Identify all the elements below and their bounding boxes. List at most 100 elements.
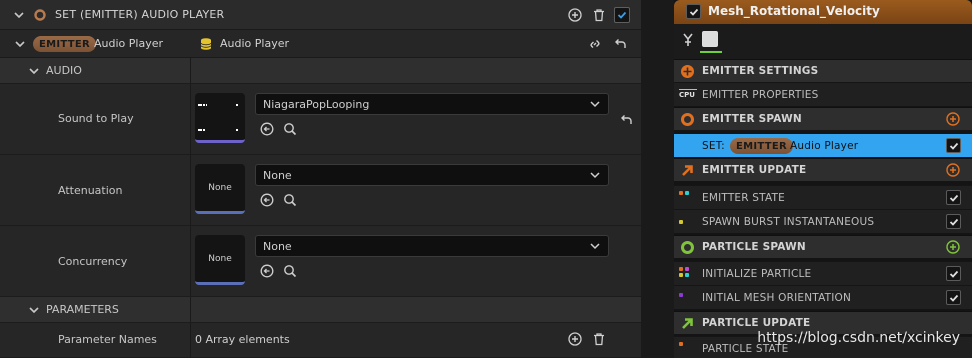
- node-header[interactable]: Mesh_Rotational_Velocity: [674, 0, 972, 24]
- attenuation-combo-value: None: [263, 168, 292, 182]
- sound-combo-value: NiagaraPopLooping: [263, 97, 370, 111]
- set-emitter-badge: EMITTER: [730, 138, 794, 154]
- emitter-spawn-ring-icon: [681, 113, 694, 126]
- module-dots-icon: [679, 215, 691, 227]
- section-label: EMITTER SETTINGS: [702, 65, 819, 77]
- emitter-node[interactable]: Mesh_Rotational_Velocity EMITTER SETTING…: [674, 0, 972, 358]
- item-emitter-state[interactable]: EMITTER STATE: [674, 185, 972, 209]
- thumbnail-label: None: [208, 253, 232, 264]
- section-label: PARTICLE UPDATE: [702, 317, 811, 329]
- reset-arrow-icon[interactable]: [612, 36, 628, 52]
- array-count: 0 Array elements: [195, 333, 290, 346]
- dropdown-chevron-icon: [590, 172, 600, 179]
- section-label: EMITTER UPDATE: [702, 164, 807, 176]
- waveform-icon: [198, 103, 238, 131]
- module-header: SET (EMITTER) AUDIO PLAYER: [0, 0, 641, 30]
- module-enabled-checkbox[interactable]: [614, 7, 630, 23]
- link-icon[interactable]: [587, 36, 603, 52]
- reset-to-default-icon[interactable]: [618, 112, 634, 128]
- concurrency-combo-value: None: [263, 239, 292, 253]
- item-label: SPAWN BURST INSTANTANEOUS: [702, 216, 875, 228]
- audio-category-label: AUDIO: [46, 64, 82, 77]
- use-selected-arrow-icon[interactable]: [259, 192, 275, 208]
- add-circle-icon[interactable]: [567, 7, 583, 23]
- dropdown-chevron-icon: [590, 101, 600, 108]
- item-set-audio-player[interactable]: SET: EMITTER Audio Player: [674, 133, 972, 157]
- emitter-badge: EMITTER: [33, 36, 97, 52]
- property-row-parameter-names: Parameter Names 0 Array elements: [0, 323, 641, 358]
- browse-search-icon[interactable]: [282, 263, 298, 279]
- module-dots-icon: [679, 342, 691, 354]
- audio-category[interactable]: AUDIO: [0, 58, 641, 84]
- collapse-chevron-icon[interactable]: [12, 8, 26, 22]
- graph-background: [641, 0, 674, 358]
- attenuation-combo[interactable]: None: [255, 164, 609, 186]
- watermark-text: https://blog.csdn.net/xcinkey: [757, 330, 960, 346]
- property-row-concurrency: Concurrency None None: [0, 226, 641, 297]
- item-enabled-checkbox[interactable]: [946, 266, 961, 281]
- emitter-binding-label: Audio Player: [94, 37, 163, 50]
- item-label: EMITTER PROPERTIES: [702, 89, 819, 101]
- dropdown-chevron-icon: [590, 243, 600, 250]
- node-toolbar: [674, 24, 972, 59]
- add-element-icon[interactable]: [567, 331, 583, 347]
- sound-thumbnail[interactable]: [195, 93, 245, 143]
- item-emitter-properties[interactable]: CPU EMITTER PROPERTIES: [674, 82, 972, 106]
- module-title: SET (EMITTER) AUDIO PLAYER: [55, 8, 225, 21]
- emitter-binding-row: EMITTER Audio Player Audio Player: [0, 30, 641, 58]
- section-emitter-update[interactable]: EMITTER UPDATE: [674, 158, 972, 181]
- section-emitter-settings[interactable]: EMITTER SETTINGS: [674, 59, 972, 82]
- item-spawn-burst[interactable]: SPAWN BURST INSTANTANEOUS: [674, 209, 972, 233]
- parameters-chevron-icon[interactable]: [27, 303, 41, 317]
- add-module-icon[interactable]: [946, 163, 960, 177]
- section-particle-spawn[interactable]: PARTICLE SPAWN: [674, 235, 972, 258]
- browse-search-icon[interactable]: [282, 121, 298, 137]
- section-label: PARTICLE SPAWN: [702, 241, 806, 253]
- concurrency-thumbnail[interactable]: None: [195, 235, 245, 285]
- property-label: Sound to Play: [58, 112, 134, 125]
- emitter-binding-value[interactable]: Audio Player: [220, 37, 289, 50]
- attenuation-thumbnail[interactable]: None: [195, 164, 245, 214]
- material-swatch[interactable]: [702, 31, 718, 47]
- emitter-settings-icon: [681, 65, 694, 78]
- add-module-icon[interactable]: [946, 112, 960, 126]
- item-enabled-checkbox[interactable]: [946, 138, 961, 153]
- parameters-category-label: PARAMETERS: [46, 303, 119, 316]
- module-ring-icon: [32, 7, 48, 23]
- item-initial-mesh-orientation[interactable]: INITIAL MESH ORIENTATION: [674, 285, 972, 309]
- section-label: EMITTER SPAWN: [702, 113, 802, 125]
- item-label: INITIAL MESH ORIENTATION: [702, 292, 852, 304]
- section-emitter-spawn[interactable]: EMITTER SPAWN: [674, 107, 972, 130]
- thumbnail-label: None: [208, 182, 232, 193]
- item-enabled-checkbox[interactable]: [946, 214, 961, 229]
- item-enabled-checkbox[interactable]: [946, 190, 961, 205]
- item-enabled-checkbox[interactable]: [946, 290, 961, 305]
- browse-search-icon[interactable]: [282, 192, 298, 208]
- use-selected-arrow-icon[interactable]: [259, 263, 275, 279]
- details-panel: SET (EMITTER) AUDIO PLAYER EMITTER Audio…: [0, 0, 641, 358]
- cpu-icon: CPU: [679, 89, 697, 101]
- module-dots-icon: [679, 267, 691, 279]
- sim-target-icon[interactable]: [682, 33, 694, 47]
- property-label: Attenuation: [58, 184, 123, 197]
- add-module-icon[interactable]: [946, 240, 960, 254]
- audio-chevron-icon[interactable]: [27, 64, 41, 78]
- sound-combo[interactable]: NiagaraPopLooping: [255, 93, 609, 115]
- concurrency-combo[interactable]: None: [255, 235, 609, 257]
- property-label: Parameter Names: [58, 333, 157, 346]
- render-underline: [700, 51, 722, 53]
- clear-trash-icon[interactable]: [591, 331, 607, 347]
- set-prefix: SET:: [702, 140, 725, 152]
- item-label: INITIALIZE PARTICLE: [702, 268, 812, 280]
- module-dots-icon: [679, 291, 691, 303]
- emitter-enabled-checkbox[interactable]: [686, 4, 701, 19]
- item-initialize-particle[interactable]: INITIALIZE PARTICLE: [674, 261, 972, 285]
- emitter-update-arrow-icon: [682, 165, 693, 176]
- expand-chevron-icon[interactable]: [13, 37, 27, 51]
- parameters-category[interactable]: PARAMETERS: [0, 297, 641, 323]
- particle-update-arrow-icon: [682, 318, 693, 329]
- database-stack-icon: [198, 36, 214, 52]
- property-row-sound-to-play: Sound to Play NiagaraPopLooping: [0, 84, 641, 155]
- use-selected-arrow-icon[interactable]: [259, 121, 275, 137]
- delete-trash-icon[interactable]: [591, 7, 607, 23]
